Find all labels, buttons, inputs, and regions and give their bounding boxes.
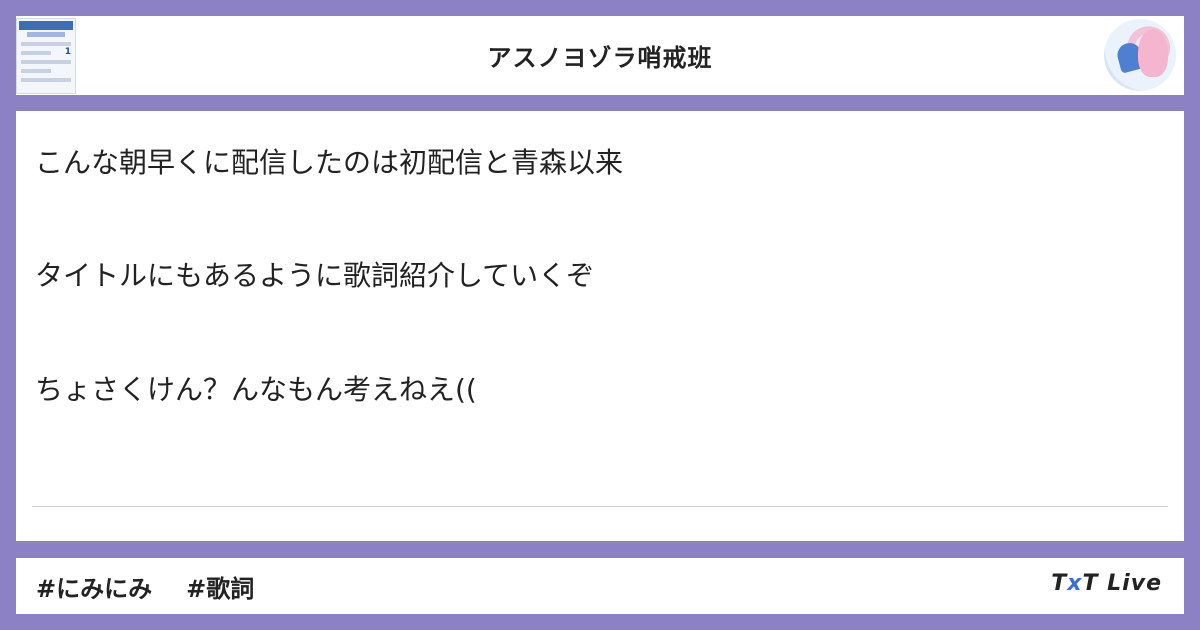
thumbnail-image[interactable]: 1 [16, 18, 76, 94]
post-line: ちょさくけん？んなもん考えねえ(( [35, 373, 477, 406]
thumbnail-banner [19, 21, 73, 30]
thumbnail-row [21, 69, 51, 73]
brand-logo-rest: T Live [1082, 571, 1162, 596]
post-line: こんな朝早くに配信したのは初配信と青森以来 [35, 146, 624, 179]
thumbnail-row [21, 42, 71, 46]
hashtag-nimi[interactable]: #にみにみ [36, 569, 152, 604]
thumbnail-subbanner [27, 32, 65, 37]
thumbnail-rank: 1 [64, 47, 71, 57]
hashtag-kashi[interactable]: #歌詞 [186, 569, 254, 604]
thumbnail-row [21, 78, 71, 82]
hashtag-list: #にみにみ #歌詞 [36, 569, 254, 604]
thumbnail-row [21, 60, 71, 64]
character-illustration [1138, 29, 1168, 77]
header-bar: 1 アスノヨゾラ哨戒班 [16, 16, 1184, 95]
divider [32, 506, 1168, 507]
footer-bar: #にみにみ #歌詞 TxT Live [16, 558, 1184, 614]
brand-logo-t: T [1051, 571, 1068, 596]
avatar[interactable] [1104, 19, 1176, 91]
post-body: こんな朝早くに配信したのは初配信と青森以来 タイトルにもあるように歌詞紹介してい… [16, 111, 1184, 541]
brand-logo[interactable]: TxT Live [1051, 571, 1162, 596]
post-line: タイトルにもあるように歌詞紹介していくぞ [35, 259, 595, 292]
page-title: アスノヨゾラ哨戒班 [487, 44, 713, 72]
brand-logo-x: x [1067, 571, 1083, 596]
thumbnail-row [21, 51, 51, 55]
